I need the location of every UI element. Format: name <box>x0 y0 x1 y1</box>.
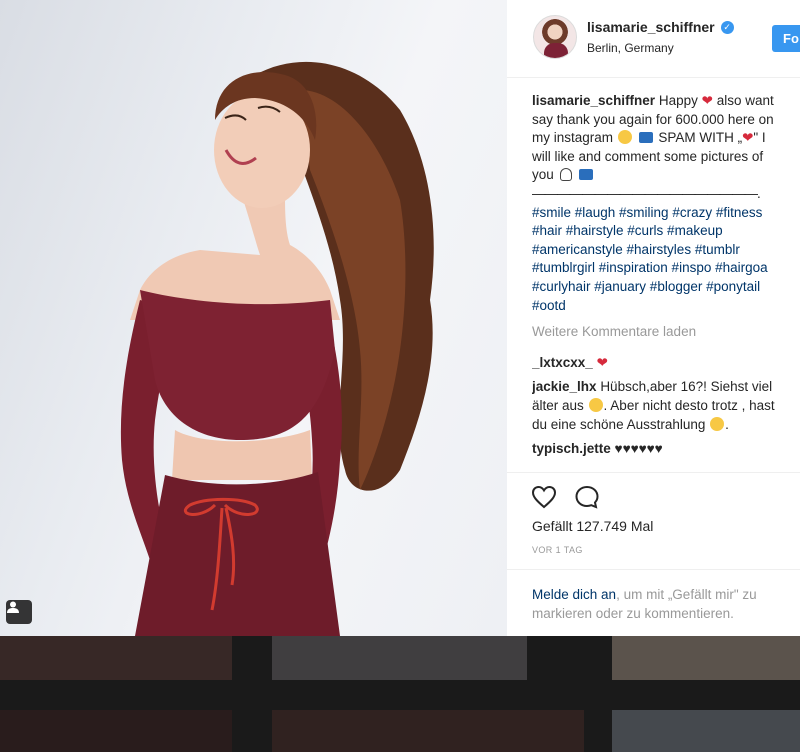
heart-outline-icon[interactable] <box>531 485 557 509</box>
post-timestamp[interactable]: VOR 1 TAG <box>532 545 583 555</box>
comment-username[interactable]: _lxtxcxx_ <box>532 355 593 370</box>
location-link[interactable]: Berlin, Germany <box>587 41 674 55</box>
comment-text: älter aus <box>532 397 584 413</box>
comment-item: _lxtxcxx_ ❤ <box>532 354 800 373</box>
comment-item: typisch.jette ♥♥♥♥♥♥ <box>532 440 800 459</box>
verified-badge-icon: ✓ <box>720 20 734 34</box>
arrow-emoji-icon <box>579 169 594 181</box>
comment-text: ♥♥♥♥♥♥ <box>614 441 663 457</box>
comments-list: lisamarie_schiffner Happy ❤ also want sa… <box>532 92 800 470</box>
hashtag-block: #smile #laugh #smiling #crazy #fitness #… <box>532 204 800 316</box>
photo-illustration <box>120 61 434 636</box>
background-profile-grid <box>0 636 800 752</box>
hashtag-line[interactable]: #curlyhair #january #blogger #ponytail <box>532 278 800 297</box>
post-author: lisamarie_schiffner ✓ <box>587 19 734 35</box>
modal-overlay[interactable] <box>0 636 800 752</box>
user-tag-icon <box>7 601 19 613</box>
hashtag-line[interactable]: #tumblrgirl #inspiration #inspo #hairgoa <box>532 259 800 278</box>
caption-text-4: will like and comment some pictures of <box>532 148 764 164</box>
caption-text-3c: " I <box>753 130 766 146</box>
heart-emoji-icon: ❤ <box>701 93 713 108</box>
user-tag-button[interactable] <box>6 600 32 624</box>
bunny-emoji-icon <box>559 168 572 182</box>
login-link[interactable]: Melde dich an <box>532 587 616 602</box>
caption-text-2: say thank you again for 600.000 here on <box>532 111 774 127</box>
post-side-panel: lisamarie_schiffner ✓ Berlin, Germany Fo… <box>507 0 800 636</box>
smiling-emoji-icon <box>710 416 725 431</box>
caption: lisamarie_schiffner Happy ❤ also want sa… <box>532 92 800 315</box>
hashtag-line[interactable]: #smile #laugh #smiling #crazy #fitness <box>532 204 800 223</box>
follow-button[interactable]: Fo <box>772 25 800 52</box>
login-prompt: Melde dich an, um mit „Gefällt mir" zu m… <box>507 569 800 636</box>
caption-text-1b: also want <box>716 93 774 108</box>
load-more-comments[interactable]: Weitere Kommentare laden <box>532 323 800 342</box>
caption-username[interactable]: lisamarie_schiffner <box>532 93 655 108</box>
arrow-emoji-icon <box>638 132 653 144</box>
post-actions: Gefällt 127.749 Mal VOR 1 TAG Melde dich… <box>507 472 800 636</box>
caption-text-1: Happy <box>658 93 698 108</box>
caption-divider: ——————————————————. <box>532 185 761 201</box>
comment-text: du eine schöne Ausstrahlung <box>532 416 706 432</box>
comment-text: Hübsch,aber 16?! Siehst viel <box>600 379 773 395</box>
heart-emoji-icon: ❤ <box>742 130 754 146</box>
comment-item: jackie_lhx Hübsch,aber 16?! Siehst viel … <box>532 379 775 432</box>
comment-username[interactable]: jackie_lhx <box>532 379 597 394</box>
heart-emoji-icon: ❤ <box>596 354 608 370</box>
caption-text-3b: SPAM WITH „ <box>658 130 743 146</box>
comment-bubble-icon[interactable] <box>574 485 600 509</box>
login-prompt-text: , um mit „Gefällt mir" zu <box>616 587 757 602</box>
comment-username[interactable]: typisch.jette <box>532 441 611 456</box>
avatar[interactable] <box>533 15 577 59</box>
like-count[interactable]: Gefällt 127.749 Mal <box>532 518 653 534</box>
hashtag-line[interactable]: #americanstyle #hairstyles #tumblr <box>532 241 800 260</box>
username-link[interactable]: lisamarie_schiffner <box>587 19 715 35</box>
hashtag-line[interactable]: #ootd <box>532 297 800 316</box>
caption-text-5: you <box>532 167 554 183</box>
heart-eyes-emoji-icon <box>617 130 632 145</box>
hashtag-line[interactable]: #hair #hairstyle #curls #makeup <box>532 222 800 241</box>
comment-text: . Aber nicht desto trotz , hast <box>603 397 775 413</box>
post-photo[interactable] <box>0 0 507 636</box>
post-header: lisamarie_schiffner ✓ Berlin, Germany Fo <box>507 0 800 78</box>
caption-text-3a: my instagram <box>532 130 614 146</box>
login-prompt-text: markieren oder zu kommentieren. <box>532 606 734 621</box>
grinning-emoji-icon <box>588 397 603 412</box>
